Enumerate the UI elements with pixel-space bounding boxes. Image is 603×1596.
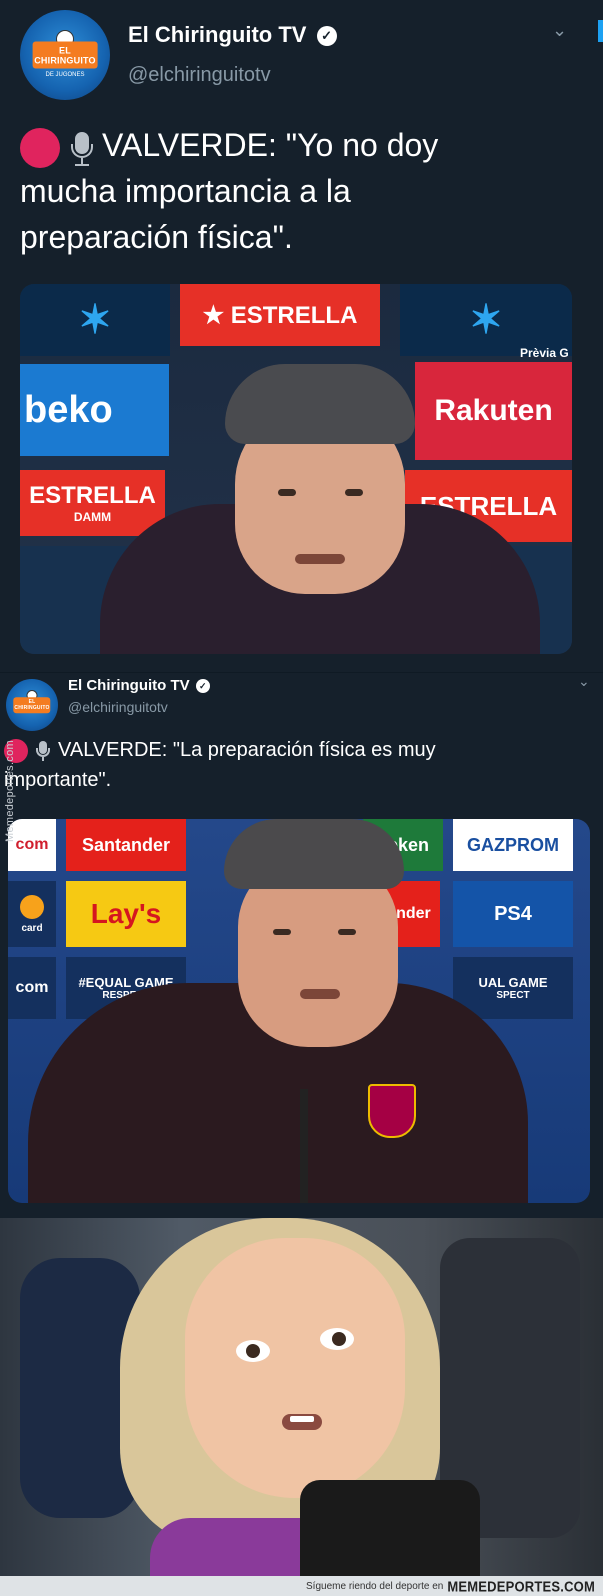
chevron-down-icon[interactable]: ⌄ [552, 20, 567, 41]
tweet-media[interactable]: ✶ ★ ESTRELLA ✶ Prèvia G beko Rakuten EST… [20, 284, 572, 654]
account-name-text: El Chiringuito TV [68, 677, 190, 694]
account-handle[interactable]: @elchiringuitotv [68, 699, 168, 715]
avatar-logo-subtext: DE JUGONES [45, 72, 85, 78]
avatar-logo-text: EL CHIRINGUITO [32, 41, 98, 69]
sponsor-text: Prèvia G [520, 346, 569, 360]
fcb-crest-icon [368, 1084, 416, 1138]
tweet-card[interactable]: EL CHIRINGUITO DE JUGONES El Chiringuito… [0, 0, 603, 672]
press-conference-speaker [28, 819, 568, 1203]
microphone-icon [68, 128, 96, 168]
child-face [185, 1238, 405, 1498]
account-name[interactable]: El Chiringuito TV ✓ [68, 677, 210, 694]
avatar-logo-text: EL CHIRINGUITO [13, 697, 51, 713]
sponsor-text: ESTRELLA [29, 482, 156, 509]
red-circle-icon [20, 127, 60, 168]
chevron-down-icon[interactable]: ⌄ [578, 673, 590, 690]
account-handle[interactable]: @elchiringuitotv [128, 64, 271, 87]
verified-icon: ✓ [316, 26, 337, 47]
microphone-icon [34, 739, 52, 763]
tweet-card[interactable]: EL CHIRINGUITO El Chiringuito TV ✓ @elch… [0, 672, 603, 1230]
avatar[interactable]: EL CHIRINGUITO [6, 679, 58, 731]
accent-edge [598, 20, 603, 42]
avatar[interactable]: EL CHIRINGUITO DE JUGONES [20, 10, 110, 100]
sponsor-text: DAMM [73, 510, 112, 524]
microphone-icon [300, 1089, 308, 1203]
verified-icon: ✓ [195, 679, 210, 694]
footer-slogan: Sígueme riendo del deporte en [306, 1580, 444, 1592]
tweet-text-content: VALVERDE: "La preparación física es muy … [4, 739, 436, 791]
account-name[interactable]: El Chiringuito TV ✓ [128, 22, 337, 48]
footer-site-link[interactable]: MEMEDEPORTES.COM [447, 1577, 595, 1594]
press-conference-speaker [100, 324, 540, 654]
tweet-media[interactable]: com Santander heken GAZPROM card Lay's a… [8, 819, 590, 1203]
reaction-image [0, 1218, 603, 1576]
account-name-text: El Chiringuito TV [128, 22, 307, 47]
tweet-text: VALVERDE: "Yo no doy mucha importancia a… [20, 122, 490, 260]
watermark: Memedeportes.com [4, 740, 16, 843]
footer-bar: Sígueme riendo del deporte en MEMEDEPORT… [0, 1576, 603, 1596]
tweet-text: VALVERDE: "La preparación física es muy … [4, 735, 504, 795]
